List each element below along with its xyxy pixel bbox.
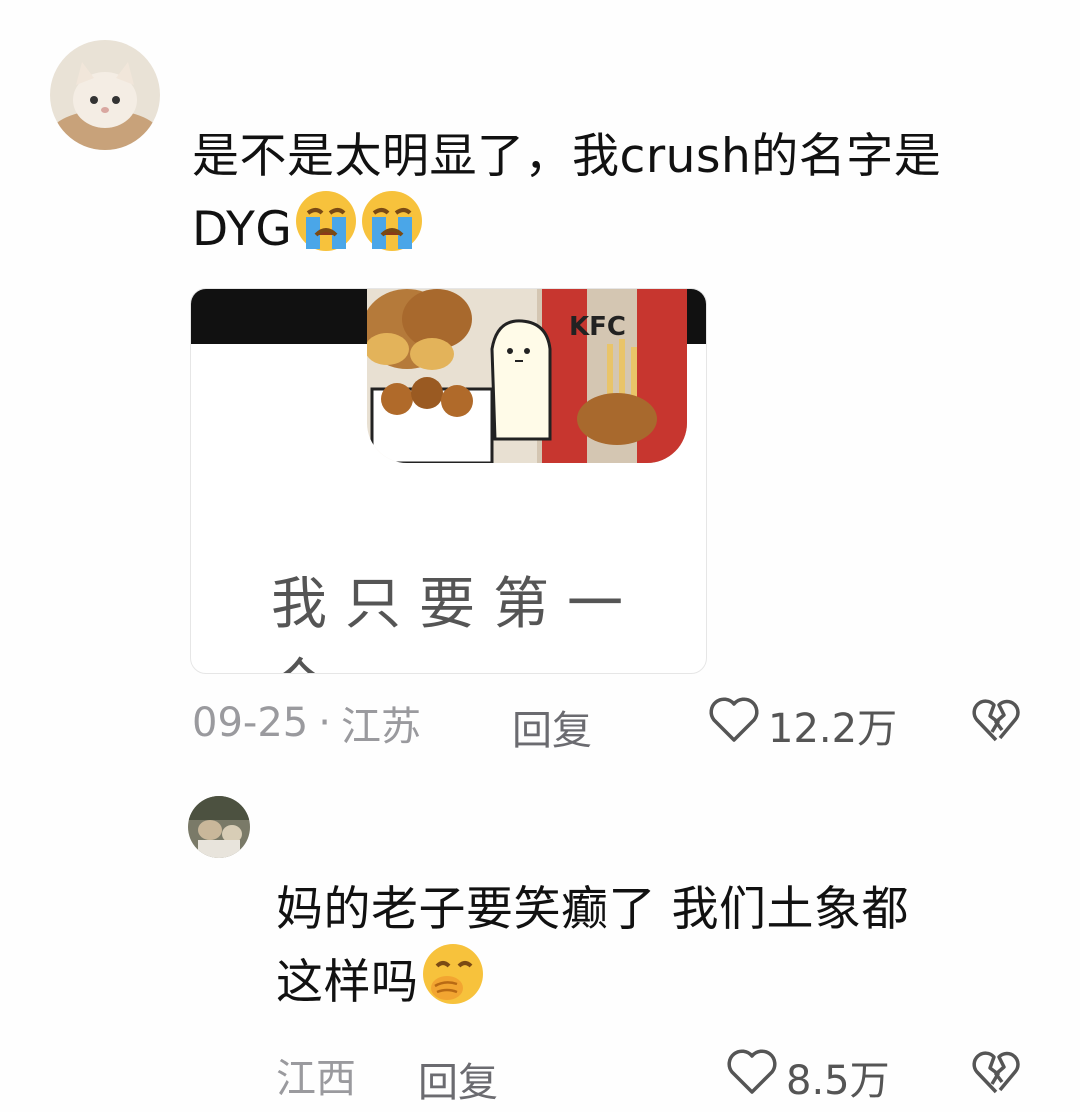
heart-icon: [708, 696, 760, 754]
kfc-logo-text: KFC: [569, 312, 626, 342]
comment-line-2-text: DYG: [192, 202, 293, 257]
comment-text: 是不是太明显了，我crush的名字是 DYG: [192, 125, 1052, 270]
broken-heart-icon: [972, 699, 1020, 748]
replier-avatar[interactable]: [188, 796, 250, 858]
sticker-caption: 我只要第一个: [271, 572, 641, 673]
like-button[interactable]: 12.2万: [708, 696, 897, 754]
reply-line-2-text: 这样吗: [276, 955, 419, 1010]
loudly-crying-face-icon: [294, 189, 358, 270]
like-button-2[interactable]: 8.5万: [726, 1048, 890, 1106]
reply-line-2: 这样吗: [276, 942, 1056, 1023]
dislike-button-2[interactable]: [972, 1050, 1020, 1100]
loudly-crying-face-icon: [360, 189, 424, 270]
dislike-button[interactable]: [972, 698, 1020, 748]
meta-separator: ·: [318, 700, 331, 746]
broken-heart-icon: [972, 1051, 1020, 1100]
comment-line-2: DYG: [192, 189, 1052, 270]
like-count-2: 8.5万: [786, 1058, 890, 1104]
reply-text: 妈的老子要笑癫了 我们土象都 这样吗: [276, 878, 1056, 1023]
face-with-hand-over-mouth-icon: [421, 942, 485, 1023]
comment-date: 09-25: [192, 700, 309, 746]
reply-button-2[interactable]: 回复: [418, 1050, 498, 1108]
reply-line-1: 妈的老子要笑癫了 我们土象都: [276, 882, 909, 937]
reply-meta: 江西: [276, 1050, 356, 1102]
comment-meta: 09-25 · 江苏: [192, 698, 421, 750]
reply-location: 江西: [276, 1056, 356, 1102]
comment-line-1: 是不是太明显了，我crush的名字是: [192, 129, 942, 184]
like-count: 12.2万: [768, 706, 898, 752]
comment-location: 江苏: [340, 704, 421, 750]
reply-button[interactable]: 回复: [512, 698, 592, 756]
sticker-image[interactable]: KFC 我只要第一个: [190, 288, 707, 674]
sticker-kfc-scene: KFC: [367, 289, 687, 463]
heart-icon: [726, 1048, 778, 1106]
commenter-avatar[interactable]: [50, 40, 160, 150]
